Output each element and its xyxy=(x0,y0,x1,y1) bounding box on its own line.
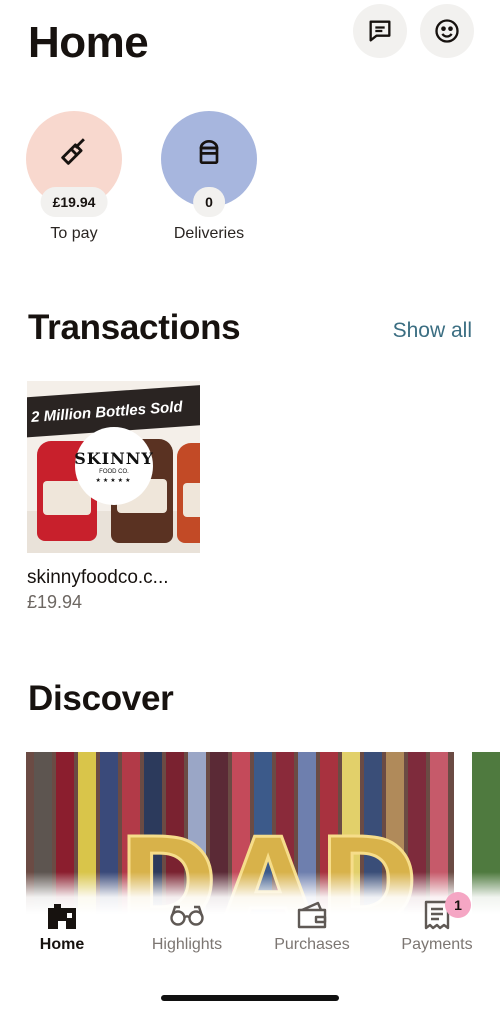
to-pay-circle: £19.94 xyxy=(26,111,122,217)
profile-button[interactable] xyxy=(420,4,474,58)
deliveries-circle: 0 xyxy=(161,111,257,217)
smiley-face-icon xyxy=(435,19,459,43)
glasses-icon xyxy=(170,905,204,926)
payments-badge: 1 xyxy=(445,892,471,918)
logo-text: SKINNY xyxy=(74,448,154,468)
logo-stars: ★★★★★ xyxy=(95,477,133,484)
tab-home[interactable]: Home xyxy=(12,898,112,954)
merchant-image: 2 Million Bottles Sold SKINNY FOOD CO. ★… xyxy=(27,381,200,553)
logo-subtext: FOOD CO. xyxy=(99,468,129,475)
messages-button[interactable] xyxy=(353,4,407,58)
wallet-icon xyxy=(297,901,327,929)
package-box-icon xyxy=(199,140,219,164)
transaction-merchant: skinnyfoodco.c... xyxy=(27,567,169,588)
tab-highlights-label: Highlights xyxy=(151,936,223,953)
to-pay-amount: £19.94 xyxy=(40,187,108,217)
to-pay-label: To pay xyxy=(50,225,98,242)
broom-icon xyxy=(61,138,85,165)
discover-heading: Discover xyxy=(28,679,174,718)
tab-payments[interactable]: 1 Payments xyxy=(387,892,487,954)
tab-home-label: Home xyxy=(39,936,85,953)
bottle-graphic xyxy=(177,443,200,543)
page-title: Home xyxy=(28,18,149,67)
deliveries-count: 0 xyxy=(193,187,225,217)
transactions-heading: Transactions xyxy=(28,308,241,347)
tab-highlights[interactable]: Highlights xyxy=(137,898,237,954)
home-indicator[interactable] xyxy=(161,995,339,1001)
show-all-link[interactable]: Show all xyxy=(393,319,472,343)
transaction-amount: £19.94 xyxy=(27,592,83,612)
tab-purchases[interactable]: Purchases xyxy=(262,898,362,954)
deliveries-shortcut[interactable]: 0 Deliveries xyxy=(161,111,257,243)
message-square-icon xyxy=(369,20,391,42)
tab-purchases-label: Purchases xyxy=(274,936,350,953)
to-pay-shortcut[interactable]: £19.94 To pay xyxy=(26,111,122,243)
merchant-logo: SKINNY FOOD CO. ★★★★★ xyxy=(74,427,154,505)
tab-payments-label: Payments xyxy=(401,936,473,953)
home-icon xyxy=(48,904,76,929)
deliveries-label: Deliveries xyxy=(173,225,245,242)
transaction-card[interactable]: 2 Million Bottles Sold SKINNY FOOD CO. ★… xyxy=(27,381,200,613)
